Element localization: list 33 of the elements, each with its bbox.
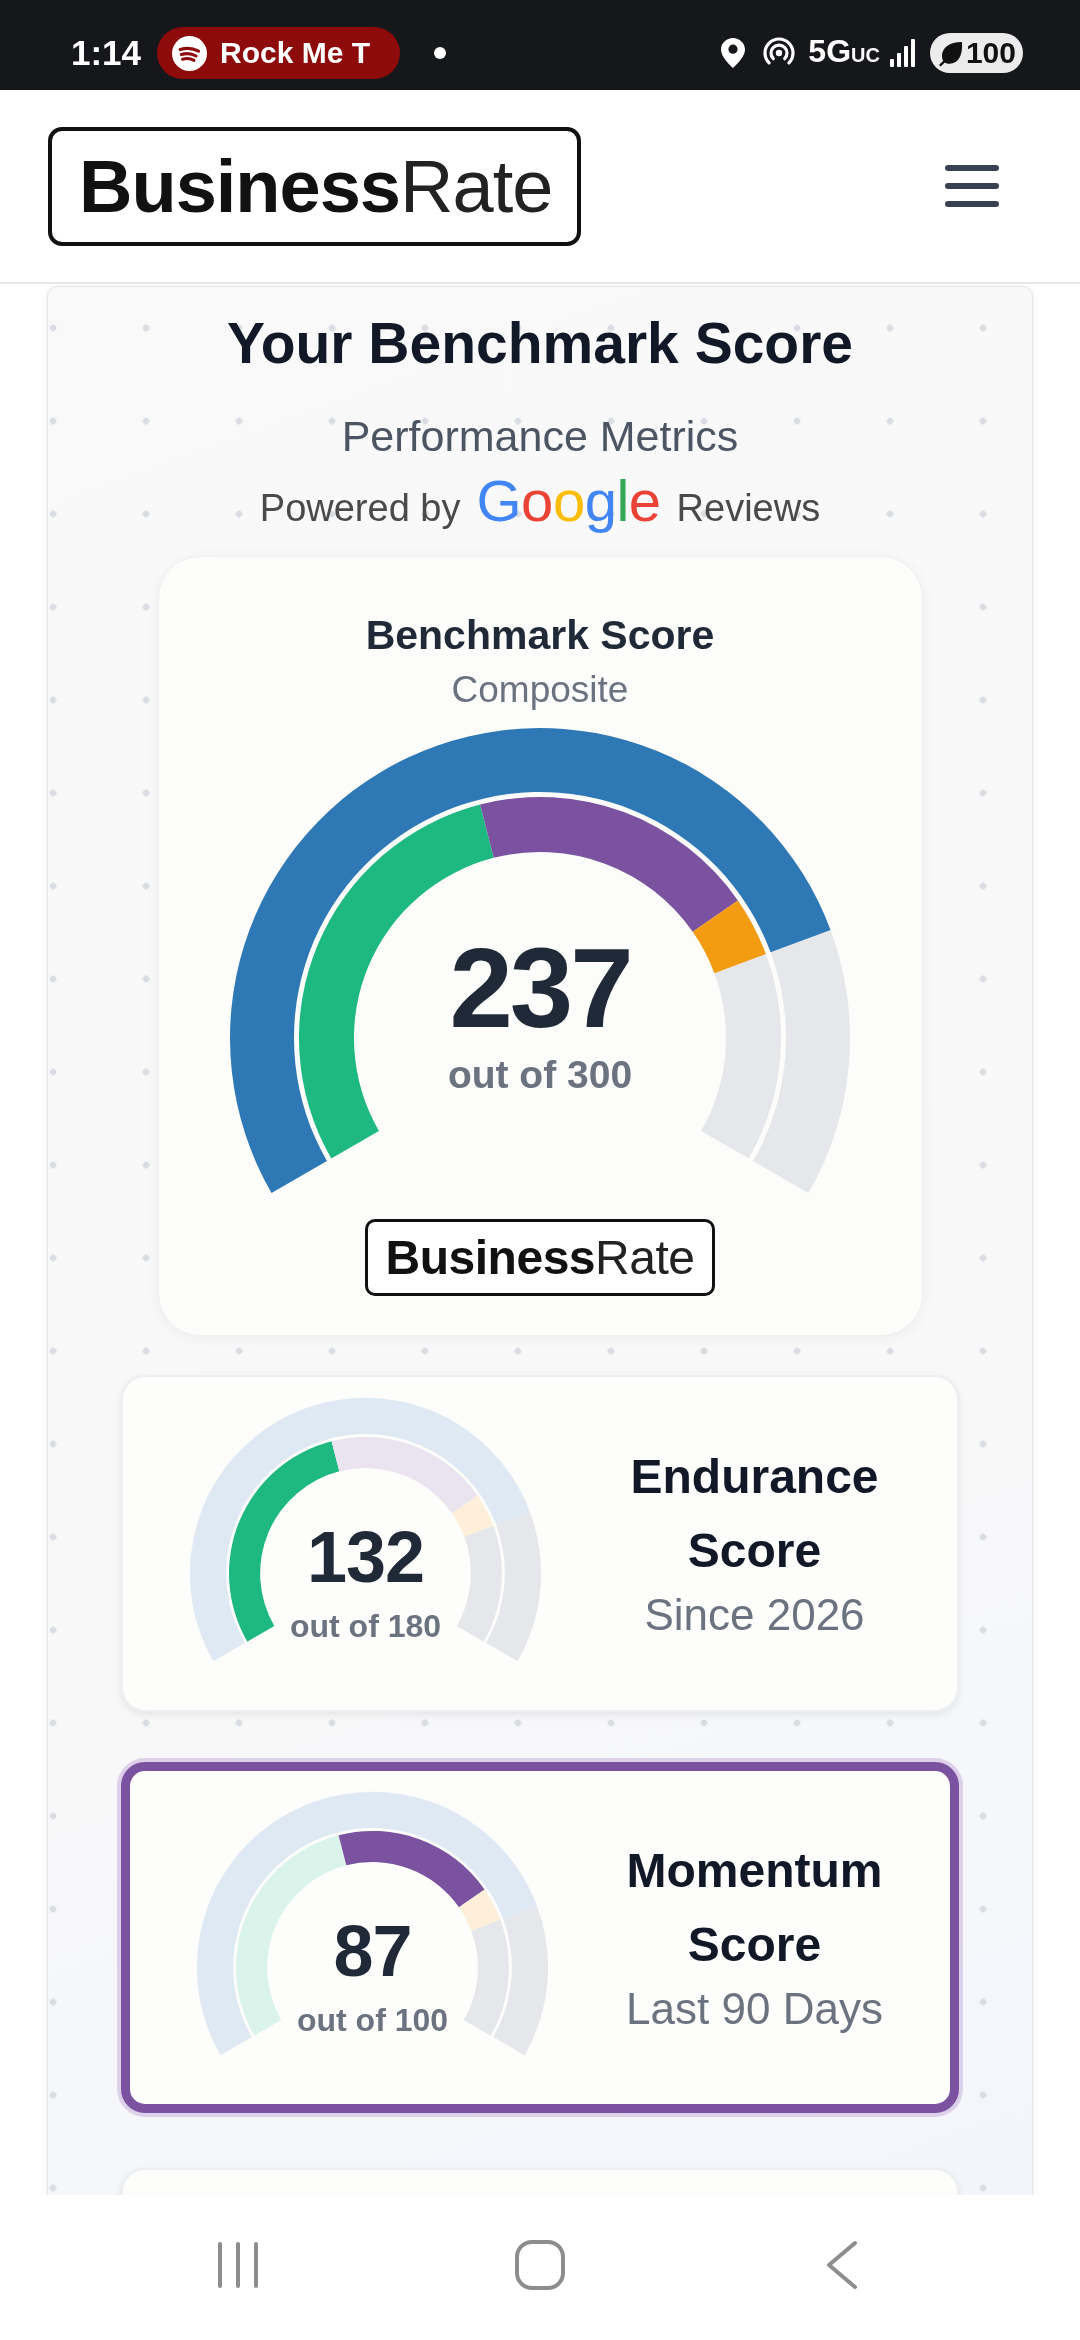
leaf-icon <box>936 39 964 67</box>
score-max: out of 300 <box>447 1052 633 1098</box>
page-title: Your Benchmark Score <box>226 311 854 375</box>
score-value: 87 <box>333 1915 412 1987</box>
card-title: Benchmark Score <box>365 611 715 659</box>
score-max: out of 100 <box>296 2001 449 2039</box>
page-subtitle: Performance Metrics <box>341 411 739 461</box>
reviews-text: Reviews <box>676 486 821 531</box>
signal-icon <box>889 39 916 67</box>
score-value: 132 <box>306 1521 425 1593</box>
recent-apps-icon <box>216 2240 260 2289</box>
status-time: 1:14 <box>71 33 142 73</box>
menu-icon <box>945 165 999 207</box>
business-rate-logo[interactable]: BusinessRate <box>48 126 582 246</box>
network-label: 5GUC <box>808 33 880 71</box>
battery-level: 100 <box>965 36 1016 70</box>
notification-dot-icon <box>434 47 447 59</box>
powered-by-text: Powered by <box>259 486 461 531</box>
card-title: Endurance Score <box>629 1448 880 1579</box>
card-subtitle: Composite <box>451 668 629 712</box>
card-title: Momentum Score <box>625 1842 884 1973</box>
location-icon <box>721 38 746 68</box>
music-app-icon <box>172 35 208 71</box>
card-subtitle: Last 90 Days <box>626 1982 883 2035</box>
card-subtitle: Since 2026 <box>644 1588 865 1641</box>
back-icon <box>826 2239 858 2290</box>
media-chip[interactable]: Rock Me T <box>157 27 401 79</box>
google-logo: Google <box>476 469 661 533</box>
score-card[interactable]: 132 out of 180 Endurance Score Since 2026 <box>121 1375 959 1712</box>
home-icon <box>515 2239 565 2290</box>
score-value: 237 <box>449 931 631 1045</box>
business-rate-logo: BusinessRate <box>364 1219 716 1296</box>
score-max: out of 180 <box>289 1607 442 1645</box>
